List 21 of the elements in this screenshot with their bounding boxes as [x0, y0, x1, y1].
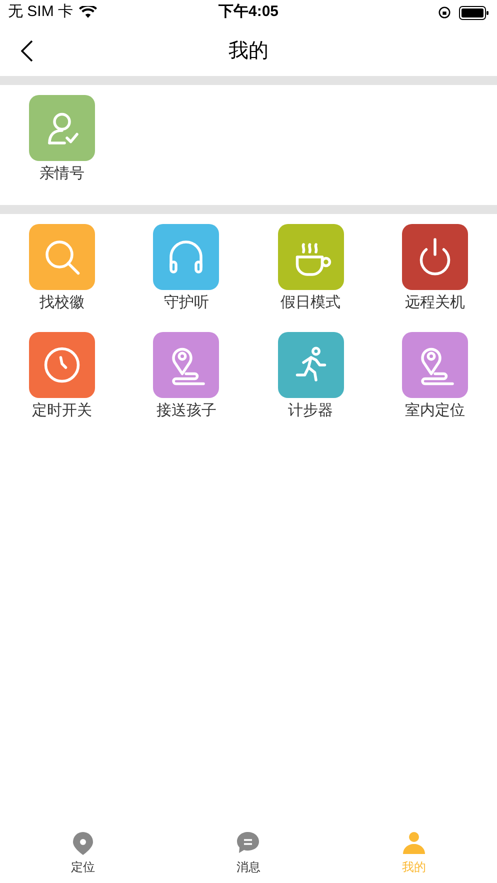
feature-button[interactable]: 计步器	[248, 332, 373, 440]
tab-item[interactable]: 定位	[0, 823, 166, 883]
feature-button[interactable]: 假日模式	[248, 224, 373, 332]
feature-button[interactable]: 室内定位	[372, 332, 497, 440]
rotation-lock-icon	[438, 6, 451, 19]
feature-button[interactable]: 定时开关	[0, 332, 124, 440]
chat-icon	[236, 830, 260, 854]
person-icon	[402, 830, 426, 854]
status-time: 下午4:05	[218, 2, 279, 22]
page-title: 我的	[228, 38, 268, 64]
feature-button[interactable]: 找校徽	[0, 224, 124, 332]
feature-button[interactable]: 接送孩子	[124, 332, 248, 440]
carrier-label: 无 SIM 卡	[8, 2, 74, 22]
feature-button[interactable]: 守护听	[124, 224, 248, 332]
tab-item[interactable]: 消息	[166, 823, 332, 883]
feature-button[interactable]: 亲情号	[0, 95, 124, 203]
feature-button[interactable]: 远程关机	[372, 224, 497, 332]
battery-icon	[459, 6, 489, 20]
map-pin-icon	[70, 830, 95, 854]
back-chevron-icon	[21, 40, 33, 62]
wifi-icon	[79, 6, 98, 19]
